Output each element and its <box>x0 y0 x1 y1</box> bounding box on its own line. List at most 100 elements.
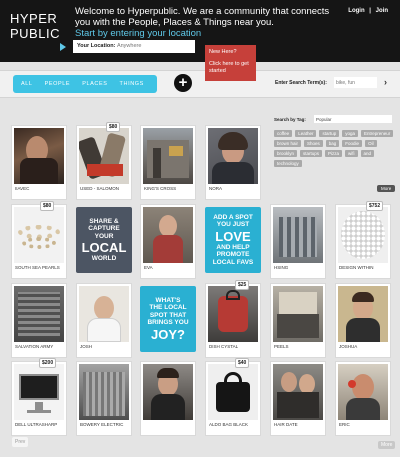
tag[interactable]: Oil <box>365 140 377 147</box>
tile-caption: SALVATION ARMY <box>15 344 54 349</box>
tag[interactable]: Shoes <box>304 140 323 147</box>
search-input[interactable] <box>334 77 377 88</box>
promo-line: LOCAL FAVS <box>212 258 254 266</box>
promo-highlight: LOCAL <box>81 240 127 255</box>
tile-caption: BOWERY ELECTRIC <box>80 422 124 427</box>
photo-thumbnail <box>14 207 64 263</box>
tag-cloud: coffee Leather startup yoga Entrepreneur… <box>274 130 394 167</box>
join-link[interactable]: Join <box>376 8 388 14</box>
price-badge: $80 <box>106 122 121 132</box>
location-field[interactable]: Your Location: <box>73 40 195 53</box>
promo-add-spot[interactable]: ADD A SPOT YOU JUST LOVE AND HELP PROMOT… <box>205 207 261 273</box>
photo-thumbnail <box>208 286 258 342</box>
promo-line: AND HELP <box>216 243 250 251</box>
tagline: Welcome to Hyperpublic. We are a communi… <box>75 6 345 39</box>
logo[interactable]: HYPER PUBLIC <box>10 11 60 41</box>
photo-thumbnail <box>338 364 388 420</box>
grid-tile[interactable]: NORA <box>205 125 261 200</box>
search-go-button[interactable]: › <box>384 77 387 87</box>
promo-line: YOUR <box>94 232 114 240</box>
tag[interactable]: bag <box>325 140 340 147</box>
tile-caption: DESIGN WITHIN <box>339 265 374 270</box>
photo-thumbnail <box>273 364 323 420</box>
promo-share-capture[interactable]: SHARE & CAPTURE YOUR LOCAL WORLD <box>76 207 132 273</box>
tab-all[interactable]: ALL <box>21 81 33 87</box>
photo-thumbnail <box>14 364 64 420</box>
price-badge: $200 <box>39 358 57 368</box>
tab-places[interactable]: PLACES <box>82 81 107 87</box>
grid-tile[interactable]: HAIR DATE <box>270 361 326 436</box>
tag[interactable]: and <box>360 150 375 157</box>
photo-thumbnail <box>273 286 323 342</box>
grid-tile[interactable]: DESIGN WITHIN <box>335 204 391 279</box>
grid-tile[interactable]: DELL ULTRASHARP <box>11 361 67 436</box>
tag[interactable]: Pizza <box>325 150 343 157</box>
auth-separator: | <box>369 8 371 14</box>
grid-tile[interactable] <box>140 361 196 436</box>
photo-thumbnail <box>79 128 129 184</box>
tile-caption: IIAVEC <box>15 186 30 191</box>
promo-line: SHARE & <box>89 217 119 225</box>
grid-tile[interactable]: PEELS <box>270 283 326 358</box>
tag-panel: Search by Tag: coffee Leather startup yo… <box>270 115 396 195</box>
tile-caption: PEELS <box>274 344 289 349</box>
photo-thumbnail <box>143 207 193 263</box>
photo-thumbnail <box>338 286 388 342</box>
tab-people[interactable]: PEOPLE <box>45 81 71 87</box>
tile-caption: EVA <box>144 265 153 270</box>
add-button[interactable]: + <box>174 74 192 92</box>
grid-tile[interactable]: USED - SALOMON <box>76 125 132 200</box>
grid-tile[interactable]: ERIC <box>335 361 391 436</box>
tag[interactable]: Entrepreneur <box>360 130 394 137</box>
tile-caption: ERIC <box>339 422 350 427</box>
prev-page-button[interactable]: Prev <box>12 437 29 447</box>
photo-thumbnail <box>338 207 388 263</box>
new-here-link[interactable]: Click here to get started <box>209 61 252 75</box>
tile-caption: JOSHUA <box>339 344 358 349</box>
promo-line: YOU JUST <box>216 221 250 229</box>
logo-line-1: HYPER <box>10 11 58 26</box>
photo-thumbnail <box>79 364 129 420</box>
grid-tile[interactable]: JOSH <box>76 283 132 358</box>
more-tags-button[interactable]: More <box>377 185 396 192</box>
tag[interactable]: startups <box>300 150 323 157</box>
tag-search-input[interactable] <box>314 115 392 123</box>
promo-line: BRINGS YOU <box>147 319 189 326</box>
tile-caption: USED - SALOMON <box>80 186 120 191</box>
promo-local-joy[interactable]: WHAT'S THE LOCAL SPOT THAT BRINGS YOU JO… <box>140 286 196 352</box>
tile-caption: SOUTH SEA PEARLS <box>15 265 60 270</box>
login-link[interactable]: Login <box>348 8 364 14</box>
photo-thumbnail <box>14 128 64 184</box>
price-badge: $80 <box>40 201 55 211</box>
grid-tile[interactable]: SOUTH SEA PEARLS <box>11 204 67 279</box>
promo-highlight: LOVE <box>215 228 251 244</box>
more-button[interactable]: More <box>378 441 396 449</box>
promo-line: THE LOCAL <box>149 304 187 311</box>
grid-tile[interactable]: DISH CYSTAL <box>205 283 261 358</box>
tag[interactable]: Foodie <box>342 140 363 147</box>
tag[interactable]: coffee <box>274 130 293 137</box>
price-badge: $752 <box>366 201 384 211</box>
promo-line: CAPTURE <box>88 225 120 232</box>
tag[interactable]: yoga <box>342 130 358 137</box>
grid-tile[interactable]: KING'S CROSS <box>140 125 196 200</box>
tag[interactable]: brown hair <box>274 140 302 147</box>
play-icon <box>60 43 66 51</box>
grid-tile[interactable]: ALDO BAG BLACK <box>205 361 261 436</box>
location-input[interactable] <box>116 43 177 49</box>
photo-thumbnail <box>273 207 323 263</box>
tag[interactable]: wifi <box>345 150 358 157</box>
tag[interactable]: technology <box>274 160 302 167</box>
tag[interactable]: brooklyn <box>274 150 298 157</box>
tab-things[interactable]: THINGS <box>120 81 144 87</box>
grid-tile[interactable]: JOSHUA <box>335 283 391 358</box>
tag[interactable]: Leather <box>295 130 317 137</box>
grid-tile[interactable]: EVA <box>140 204 196 279</box>
new-here-callout[interactable]: New Here? Click here to get started <box>205 45 256 81</box>
grid-tile[interactable]: IIAVEC <box>11 125 67 200</box>
grid-tile[interactable]: SALVATION ARMY <box>11 283 67 358</box>
grid-tile[interactable]: HSING <box>270 204 326 279</box>
grid-tile[interactable]: BOWERY ELECTRIC <box>76 361 132 436</box>
tag[interactable]: startup <box>319 130 340 137</box>
tile-caption: DELL ULTRASHARP <box>15 422 58 427</box>
